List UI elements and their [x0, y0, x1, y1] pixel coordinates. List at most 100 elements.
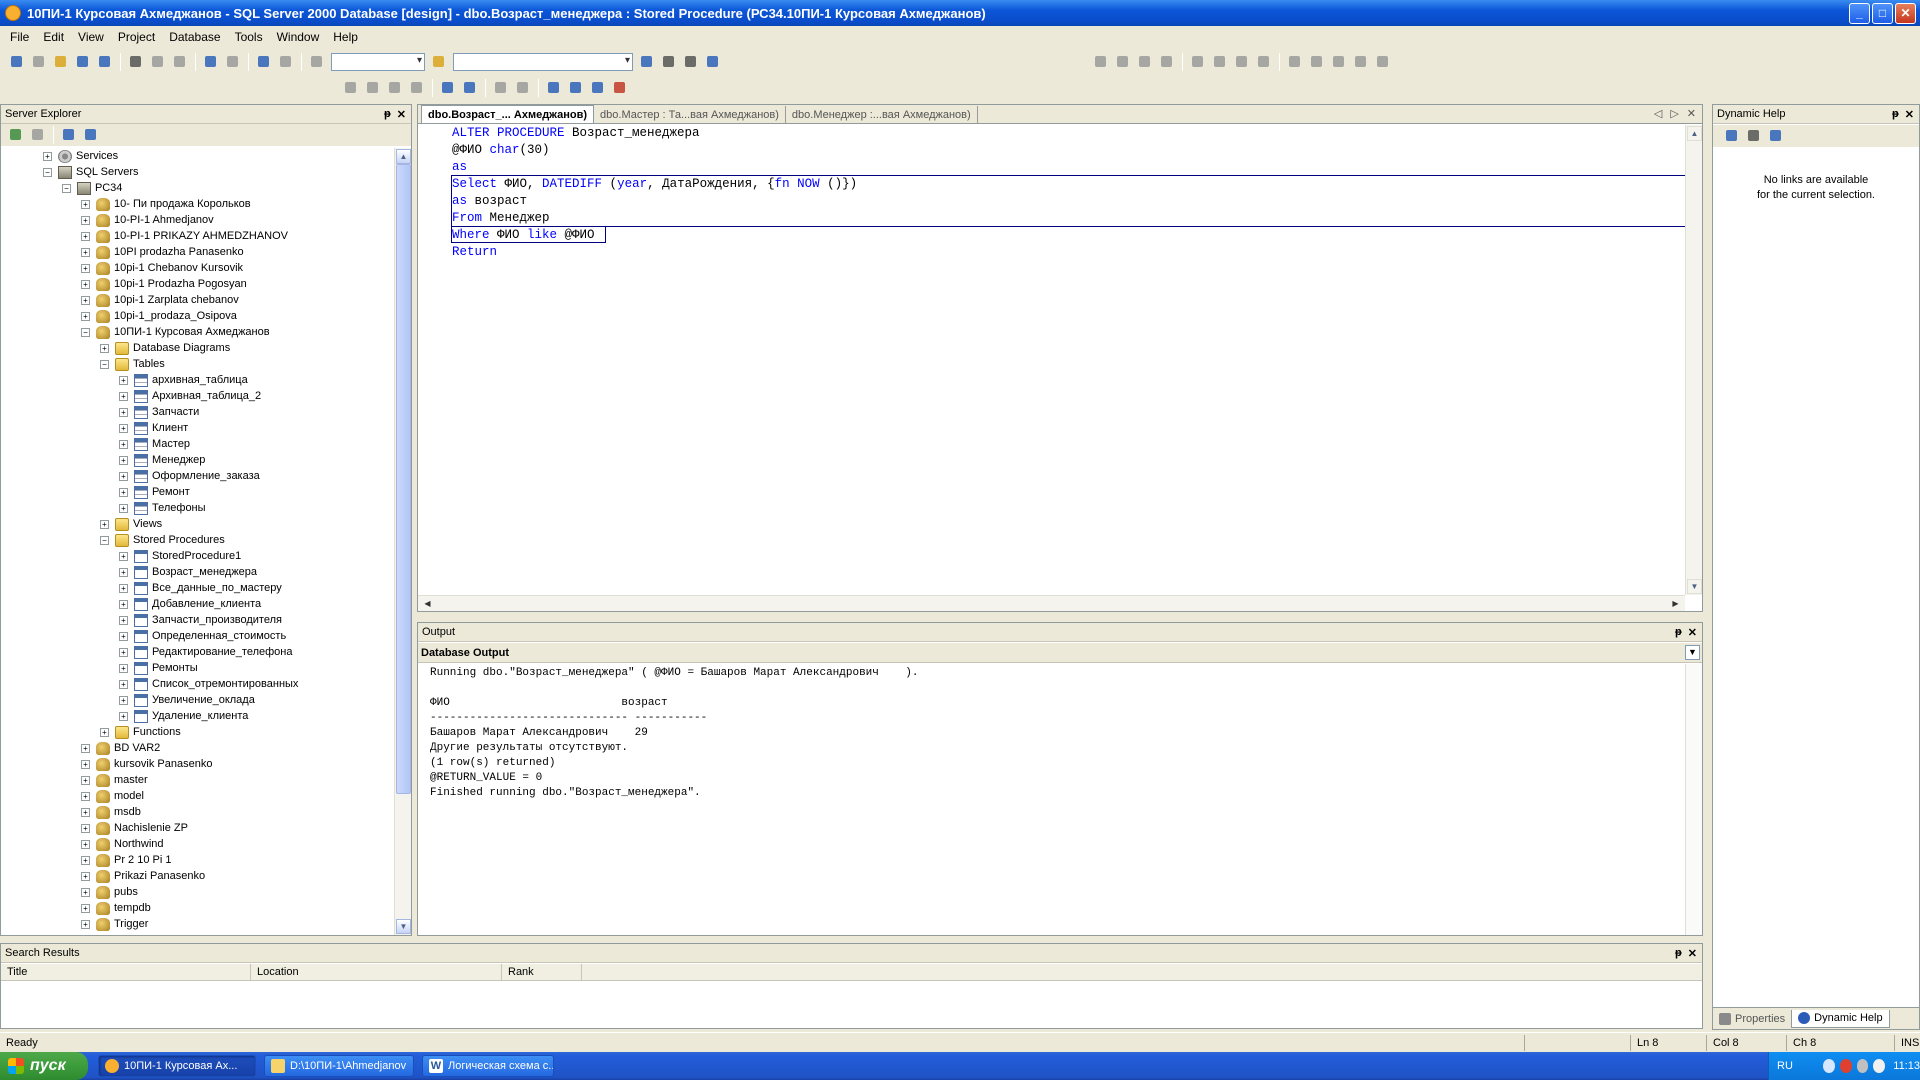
find-icon[interactable]	[430, 54, 448, 70]
tree-node[interactable]: + Ремонты	[119, 660, 198, 676]
output-pin-icon[interactable]: ᵽ	[1675, 626, 1682, 639]
close-button[interactable]: ✕	[1895, 2, 1916, 24]
complete-word-icon[interactable]	[408, 80, 426, 96]
tab-next-icon[interactable]: ▷	[1670, 107, 1678, 120]
copy-icon[interactable]	[149, 54, 167, 70]
code-line[interactable]: Return	[452, 244, 497, 261]
scroll-down-icon[interactable]: ▼	[396, 919, 411, 934]
collapse-icon[interactable]: −	[43, 167, 52, 177]
solution-config-combo[interactable]	[331, 53, 425, 71]
stop-icon[interactable]	[1211, 54, 1229, 70]
tree-node[interactable]: + Functions	[100, 724, 181, 740]
tree-node[interactable]: + Northwind	[81, 836, 164, 852]
expand-icon[interactable]: +	[81, 759, 90, 769]
last-record-icon[interactable]	[1352, 54, 1370, 70]
search-results-close-icon[interactable]: ✕	[1688, 947, 1697, 960]
expand-icon[interactable]: +	[119, 375, 128, 385]
tab-vozrast-menedzhera[interactable]: dbo.Возраст_... Ахмеджанов)	[421, 105, 595, 123]
tree-node[interactable]: + Trigger	[81, 916, 148, 932]
new-project-icon[interactable]	[8, 54, 26, 70]
expand-icon[interactable]: +	[100, 343, 109, 353]
help-index-icon[interactable]	[1745, 128, 1763, 144]
restart-icon[interactable]	[1255, 54, 1273, 70]
column-title[interactable]: Title	[1, 964, 251, 981]
tree-node[interactable]: + Запчасти_производителя	[119, 612, 282, 628]
uncomment-icon[interactable]	[514, 80, 532, 96]
breakpoint-icon[interactable]	[1092, 54, 1110, 70]
tab-menedzher[interactable]: dbo.Менеджер :...вая Ахмеджанов)	[786, 106, 978, 123]
dynamic-help-close-icon[interactable]: ✕	[1905, 108, 1914, 121]
tree-node[interactable]: + Мастер	[119, 436, 190, 452]
menu-file[interactable]: File	[3, 30, 36, 44]
tab-prev-icon[interactable]: ◁	[1654, 107, 1662, 120]
pin-icon[interactable]: ᵽ	[384, 108, 391, 121]
menu-project[interactable]: Project	[111, 30, 162, 44]
tree-node[interactable]: − 10ПИ-1 Курсовая Ахмеджанов	[81, 324, 270, 340]
expand-icon[interactable]: +	[100, 727, 109, 737]
tree-node[interactable]: +10PI prodazha Panasenko	[81, 244, 244, 260]
tree-node[interactable]: + Views	[100, 516, 162, 532]
tree-node[interactable]: − Tables	[100, 356, 165, 372]
increase-indent-icon[interactable]	[461, 80, 479, 96]
expand-icon[interactable]: +	[119, 407, 128, 417]
connect-database-icon[interactable]	[60, 127, 78, 143]
expand-icon[interactable]: +	[119, 439, 128, 449]
save-icon[interactable]	[74, 54, 92, 70]
tree-node[interactable]: + архивная_таблица	[119, 372, 248, 388]
help-search-icon[interactable]	[1767, 128, 1785, 144]
run-to-cursor-icon[interactable]	[1233, 54, 1251, 70]
column-rank[interactable]: Rank	[502, 964, 582, 981]
expand-icon[interactable]: +	[119, 663, 128, 673]
tree-node[interactable]: + Pr 2 10 Pi 1	[81, 852, 171, 868]
run-icon[interactable]	[1189, 54, 1207, 70]
scroll-thumb[interactable]	[396, 164, 411, 794]
tab-dynamic-help[interactable]: Dynamic Help	[1791, 1009, 1890, 1028]
tab-properties[interactable]: Properties	[1713, 1010, 1791, 1028]
network-icon[interactable]	[1822, 1059, 1835, 1073]
tree-node[interactable]: +10- Пи продажа Корольков	[81, 196, 251, 212]
first-record-icon[interactable]	[1286, 54, 1304, 70]
connect-server-icon[interactable]	[82, 127, 100, 143]
tree-node[interactable]: + tempdb	[81, 900, 151, 916]
expand-icon[interactable]: +	[119, 455, 128, 465]
stop-refresh-icon[interactable]	[29, 127, 47, 143]
expand-icon[interactable]: +	[81, 215, 90, 225]
tree-node[interactable]: + Увеличение_оклада	[119, 692, 255, 708]
tree-node[interactable]: + Менеджер	[119, 452, 205, 468]
next-record-icon[interactable]	[1330, 54, 1348, 70]
tree-node[interactable]: + Services	[43, 148, 118, 164]
tree-node[interactable]: + Все_данные_по_мастеру	[119, 580, 282, 596]
comment-icon[interactable]	[492, 80, 510, 96]
code-line[interactable]: Select ФИО, DATEDIFF (year, ДатаРождения…	[452, 176, 857, 193]
tree-node[interactable]: − Stored Procedures	[100, 532, 225, 548]
expand-icon[interactable]: +	[119, 695, 128, 705]
expand-icon[interactable]: +	[43, 151, 52, 161]
expand-icon[interactable]: +	[81, 311, 90, 321]
tree-node[interactable]: + Оформление_заказа	[119, 468, 260, 484]
expand-icon[interactable]: +	[119, 503, 128, 513]
tree-node[interactable]: + Архивная_таблица_2	[119, 388, 261, 404]
tree-node[interactable]: + model	[81, 788, 144, 804]
chevron-down-icon[interactable]: ▼	[1685, 645, 1700, 660]
code-line[interactable]: ALTER PROCEDURE Возраст_менеджера	[452, 125, 700, 142]
expand-icon[interactable]: +	[81, 791, 90, 801]
app-icon[interactable]	[5, 5, 21, 21]
expand-icon[interactable]: +	[119, 711, 128, 721]
editor-scroll-up-icon[interactable]: ▲	[1687, 126, 1702, 141]
expand-icon[interactable]: +	[81, 855, 90, 865]
expand-icon[interactable]: +	[81, 903, 90, 913]
maximize-button[interactable]: □	[1872, 2, 1893, 24]
undo-icon[interactable]	[202, 54, 220, 70]
expand-icon[interactable]: +	[81, 247, 90, 257]
parameter-info-icon[interactable]	[364, 80, 382, 96]
menu-help[interactable]: Help	[326, 30, 365, 44]
expand-icon[interactable]: +	[81, 295, 90, 305]
menu-database[interactable]: Database	[162, 30, 227, 44]
menu-edit[interactable]: Edit	[36, 30, 71, 44]
volume-icon[interactable]	[1873, 1059, 1886, 1073]
expand-icon[interactable]: +	[119, 615, 128, 625]
expand-icon[interactable]: +	[81, 743, 90, 753]
scroll-left-icon[interactable]: ◀	[420, 597, 435, 610]
decrease-indent-icon[interactable]	[439, 80, 457, 96]
expand-icon[interactable]: +	[119, 679, 128, 689]
